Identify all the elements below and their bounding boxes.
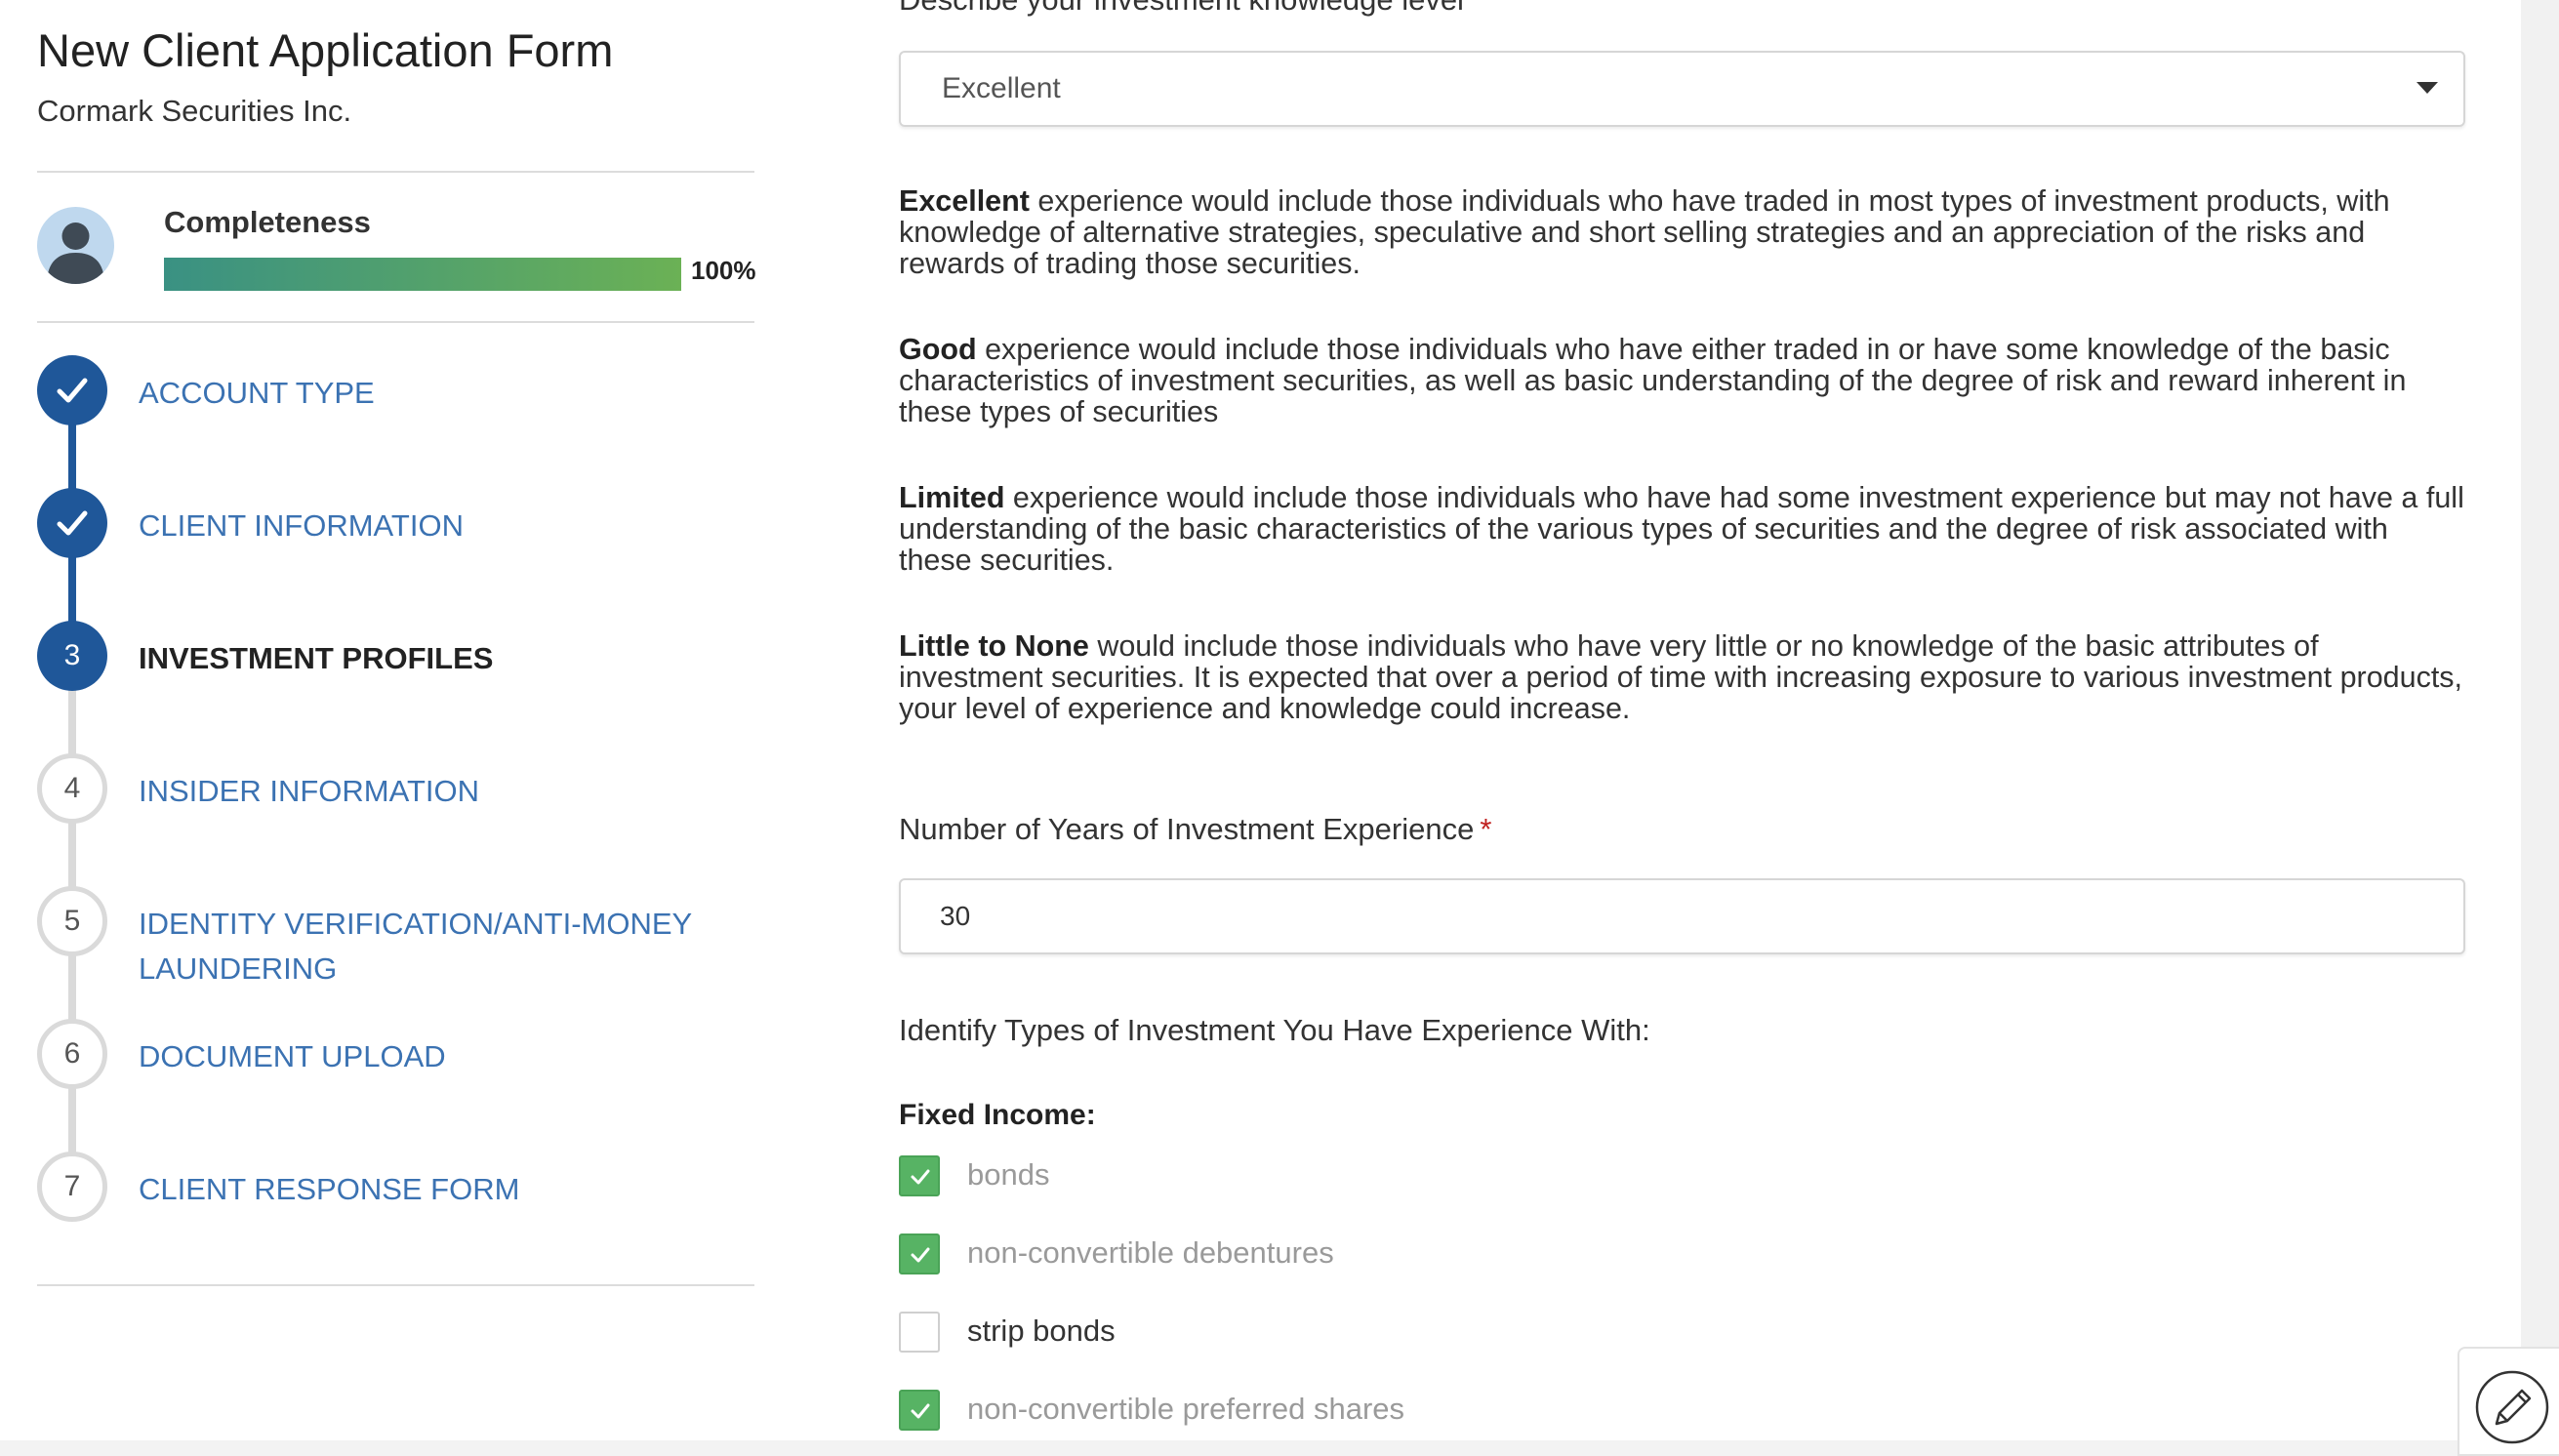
- step-account-type[interactable]: ACCOUNT TYPE: [37, 355, 754, 433]
- checkmark-icon: [911, 1247, 930, 1263]
- knowledge-level-selected-value: Excellent: [942, 72, 1061, 104]
- checkmark-icon: [911, 1403, 930, 1419]
- checkmark-icon: [57, 510, 88, 536]
- non-convertible-debentures-checkbox[interactable]: [899, 1234, 940, 1274]
- checkbox-row-non-convertible-preferred-shares[interactable]: non-convertible preferred shares: [899, 1390, 1875, 1431]
- checkmark-icon: [911, 1169, 930, 1185]
- years-experience-label: Number of Years of Investment Experience…: [899, 812, 1491, 847]
- knowledge-level-label-text: Describe your investment knowledge level: [899, 0, 1464, 17]
- step-number: 5: [37, 886, 107, 956]
- step-number: 7: [37, 1152, 107, 1222]
- main-content: Describe your investment knowledge level…: [899, 0, 2465, 1456]
- step-done-marker: [37, 488, 107, 558]
- step-identity-verification[interactable]: 5 IDENTITY VERIFICATION/ANTI-MONEY LAUND…: [37, 886, 754, 986]
- step-label: CLIENT RESPONSE FORM: [139, 1172, 520, 1206]
- sidebar: New Client Application Form Cormark Secu…: [37, 0, 756, 1456]
- description-text: experience would include those individua…: [899, 481, 2464, 577]
- step-insider-information[interactable]: 4 INSIDER INFORMATION: [37, 753, 754, 831]
- edit-button[interactable]: [2457, 1347, 2559, 1456]
- step-number: 4: [37, 753, 107, 824]
- step-client-information[interactable]: CLIENT INFORMATION: [37, 488, 754, 566]
- step-label: IDENTITY VERIFICATION/ANTI-MONEY LAUNDER…: [139, 902, 692, 991]
- description-text: would include those individuals who have…: [899, 629, 2463, 725]
- step-number: 6: [37, 1019, 107, 1089]
- pencil-icon: [2475, 1370, 2549, 1444]
- step-client-response-form[interactable]: 7 CLIENT RESPONSE FORM: [37, 1152, 754, 1230]
- checkbox-row-non-convertible-debentures[interactable]: non-convertible debentures: [899, 1234, 1875, 1274]
- description-good: Good experience would include those indi…: [899, 334, 2465, 427]
- page-bottom-edge: [0, 1440, 2559, 1456]
- required-mark: *: [1470, 0, 1482, 17]
- checkbox-row-strip-bonds[interactable]: strip bonds: [899, 1312, 1875, 1353]
- step-label-line: LAUNDERING: [139, 951, 338, 986]
- step-label: INSIDER INFORMATION: [139, 774, 480, 808]
- description-term: Excellent: [899, 184, 1030, 218]
- strip-bonds-checkbox[interactable]: [899, 1312, 940, 1353]
- description-little-to-none: Little to None would include those indiv…: [899, 630, 2465, 724]
- checkbox-row-bonds[interactable]: bonds: [899, 1155, 1875, 1196]
- checkbox-label: non-convertible debentures: [967, 1235, 1334, 1270]
- checkmark-icon: [57, 378, 88, 403]
- step-number: 3: [37, 621, 107, 691]
- completeness-progress-bar: [164, 258, 681, 291]
- step-done-marker: [37, 355, 107, 425]
- step-label: ACCOUNT TYPE: [139, 376, 375, 410]
- years-experience-label-text: Number of Years of Investment Experience: [899, 812, 1475, 846]
- description-excellent: Excellent experience would include those…: [899, 185, 2465, 279]
- non-convertible-preferred-shares-checkbox[interactable]: [899, 1390, 940, 1431]
- step-label: INVESTMENT PROFILES: [139, 641, 494, 675]
- knowledge-level-label: Describe your investment knowledge level…: [899, 0, 1482, 18]
- scrollbar-track[interactable]: [2521, 0, 2559, 1456]
- divider: [37, 321, 754, 323]
- step-label: CLIENT INFORMATION: [139, 508, 464, 543]
- fixed-income-title: Fixed Income:: [899, 1099, 1096, 1131]
- checkbox-label: bonds: [967, 1157, 1050, 1192]
- description-term: Good: [899, 333, 977, 366]
- checkbox-label: strip bonds: [967, 1314, 1116, 1348]
- company-name: Cormark Securities Inc.: [37, 94, 352, 128]
- description-text: experience would include those individua…: [899, 333, 2407, 428]
- application-page: New Client Application Form Cormark Secu…: [0, 0, 2559, 1456]
- step-label: DOCUMENT UPLOAD: [139, 1039, 446, 1073]
- caret-down-icon: [2417, 82, 2438, 94]
- checkbox-label: non-convertible preferred shares: [967, 1392, 1405, 1426]
- description-limited: Limited experience would include those i…: [899, 482, 2465, 576]
- knowledge-level-select[interactable]: Excellent: [899, 51, 2465, 127]
- description-term: Little to None: [899, 629, 1089, 663]
- step-label-line: IDENTITY VERIFICATION/ANTI-MONEY: [139, 907, 693, 941]
- step-investment-profiles[interactable]: 3 INVESTMENT PROFILES: [37, 621, 754, 699]
- completeness-progress-fill: [164, 258, 681, 291]
- divider: [37, 171, 754, 173]
- user-avatar-icon: [37, 207, 114, 284]
- description-term: Limited: [899, 481, 1005, 514]
- completeness-label: Completeness: [164, 205, 371, 239]
- form-title: New Client Application Form: [37, 24, 614, 76]
- completeness-percent: 100%: [691, 256, 756, 285]
- bonds-checkbox[interactable]: [899, 1155, 940, 1196]
- step-document-upload[interactable]: 6 DOCUMENT UPLOAD: [37, 1019, 754, 1097]
- required-mark: *: [1480, 812, 1492, 846]
- years-experience-input[interactable]: [899, 878, 2465, 954]
- description-text: experience would include those individua…: [899, 184, 2390, 280]
- divider: [37, 1284, 754, 1286]
- investment-types-heading: Identify Types of Investment You Have Ex…: [899, 1013, 1650, 1047]
